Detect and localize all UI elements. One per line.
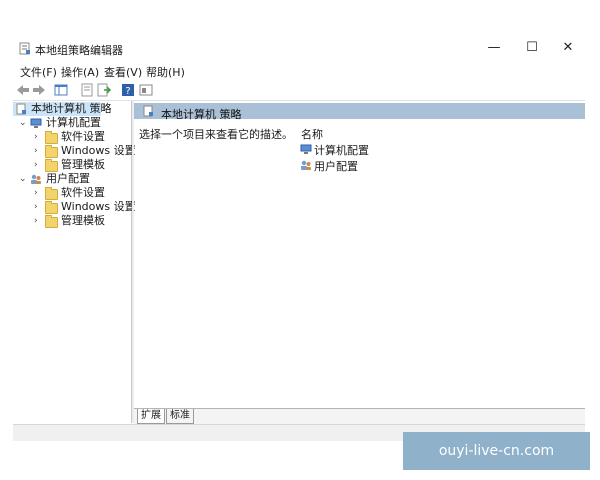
content-header-title: 本地计算机 策略 [161, 108, 242, 121]
menu-file[interactable]: 文件(F) [20, 64, 57, 80]
title-bar: 本地组策略编辑器 — ☐ ✕ [13, 34, 585, 62]
tree-item-user-windows[interactable]: › Windows 设置 [13, 200, 136, 214]
policy-editor-icon [19, 42, 30, 55]
tree-item-user-config[interactable]: ⌄ 用户配置 [13, 172, 131, 186]
forward-arrow-icon[interactable] [32, 83, 46, 97]
close-button[interactable]: ✕ [551, 38, 585, 58]
chevron-right-icon[interactable]: › [34, 130, 38, 144]
tree-item-computer-windows[interactable]: › Windows 设置 [13, 144, 136, 158]
chevron-down-icon[interactable]: ⌄ [19, 172, 27, 186]
chevron-right-icon[interactable]: › [34, 186, 38, 200]
filter-icon[interactable] [139, 83, 153, 97]
description-text: 选择一个项目来查看它的描述。 [139, 128, 293, 141]
tree-label-root: 本地计算机 策略 [31, 102, 112, 115]
maximize-button[interactable]: ☐ [515, 38, 549, 58]
folder-icon [45, 159, 58, 172]
details-pane: 本地计算机 策略 选择一个项目来查看它的描述。 名称 计算机配置 用户配置 [134, 101, 585, 408]
tree-pane: 本地计算机 策略 ⌄ 计算机配置 › 软件设置 › Windows 设置 › 管… [13, 101, 136, 423]
chevron-down-icon[interactable]: ⌄ [19, 116, 27, 130]
svg-text:?: ? [125, 86, 130, 97]
chevron-right-icon[interactable]: › [34, 158, 38, 172]
users-icon [31, 174, 41, 184]
window-title: 本地组策略编辑器 [35, 44, 123, 57]
tree-item-user-admin[interactable]: › 管理模板 [13, 214, 131, 228]
list-item-label: 用户配置 [314, 160, 358, 173]
folder-icon [45, 145, 58, 158]
tree-item-root[interactable]: 本地计算机 策略 [13, 102, 112, 116]
tree-label-computer-config: 计算机配置 [46, 116, 101, 129]
folder-icon [45, 187, 58, 200]
folder-icon [45, 131, 58, 144]
export-list-icon[interactable] [97, 83, 111, 97]
tab-extended[interactable]: 扩展 [137, 409, 165, 424]
users-icon [301, 160, 311, 170]
tree-label: Windows 设置 [61, 200, 136, 213]
computer-icon [30, 118, 42, 128]
properties-icon[interactable] [80, 83, 94, 97]
tree-item-computer-admin[interactable]: › 管理模板 [13, 158, 131, 172]
tree-label: 管理模板 [61, 214, 105, 227]
column-header-name[interactable]: 名称 [301, 126, 323, 142]
tree-label: 软件设置 [61, 186, 105, 199]
policy-icon [143, 105, 153, 117]
folder-icon [45, 215, 58, 228]
minimize-button[interactable]: — [477, 38, 511, 58]
gpedit-window: 本地组策略编辑器 — ☐ ✕ 文件(F) 操作(A) 查看(V) 帮助(H) ?… [13, 34, 585, 441]
policy-icon [16, 103, 26, 115]
help-icon[interactable]: ? [121, 83, 135, 97]
view-tabs: 扩展 标准 [134, 408, 585, 424]
folder-icon [45, 201, 58, 214]
tab-standard[interactable]: 标准 [166, 409, 194, 424]
content-header: 本地计算机 策略 [134, 103, 585, 121]
menu-view[interactable]: 查看(V) [104, 64, 142, 80]
menu-help[interactable]: 帮助(H) [146, 64, 185, 80]
chevron-right-icon[interactable]: › [34, 144, 38, 158]
show-hide-tree-icon[interactable] [54, 83, 68, 97]
list-item-label: 计算机配置 [314, 144, 369, 157]
computer-icon [300, 144, 312, 154]
tree-label-user-config: 用户配置 [46, 172, 90, 185]
toolbar: ? [13, 80, 585, 101]
tree-label: 管理模板 [61, 158, 105, 171]
tree-label: Windows 设置 [61, 144, 136, 157]
watermark-text: ouyi-live-cn.com [403, 432, 590, 470]
menu-action[interactable]: 操作(A) [61, 64, 99, 80]
chevron-right-icon[interactable]: › [34, 200, 38, 214]
tree-item-computer-config[interactable]: ⌄ 计算机配置 [13, 116, 131, 130]
back-arrow-icon[interactable] [16, 83, 30, 97]
chevron-right-icon[interactable]: › [34, 214, 38, 228]
tree-item-computer-software[interactable]: › 软件设置 [13, 130, 131, 144]
tree-label: 软件设置 [61, 130, 105, 143]
tree-item-user-software[interactable]: › 软件设置 [13, 186, 131, 200]
menu-bar: 文件(F) 操作(A) 查看(V) 帮助(H) [13, 62, 585, 80]
